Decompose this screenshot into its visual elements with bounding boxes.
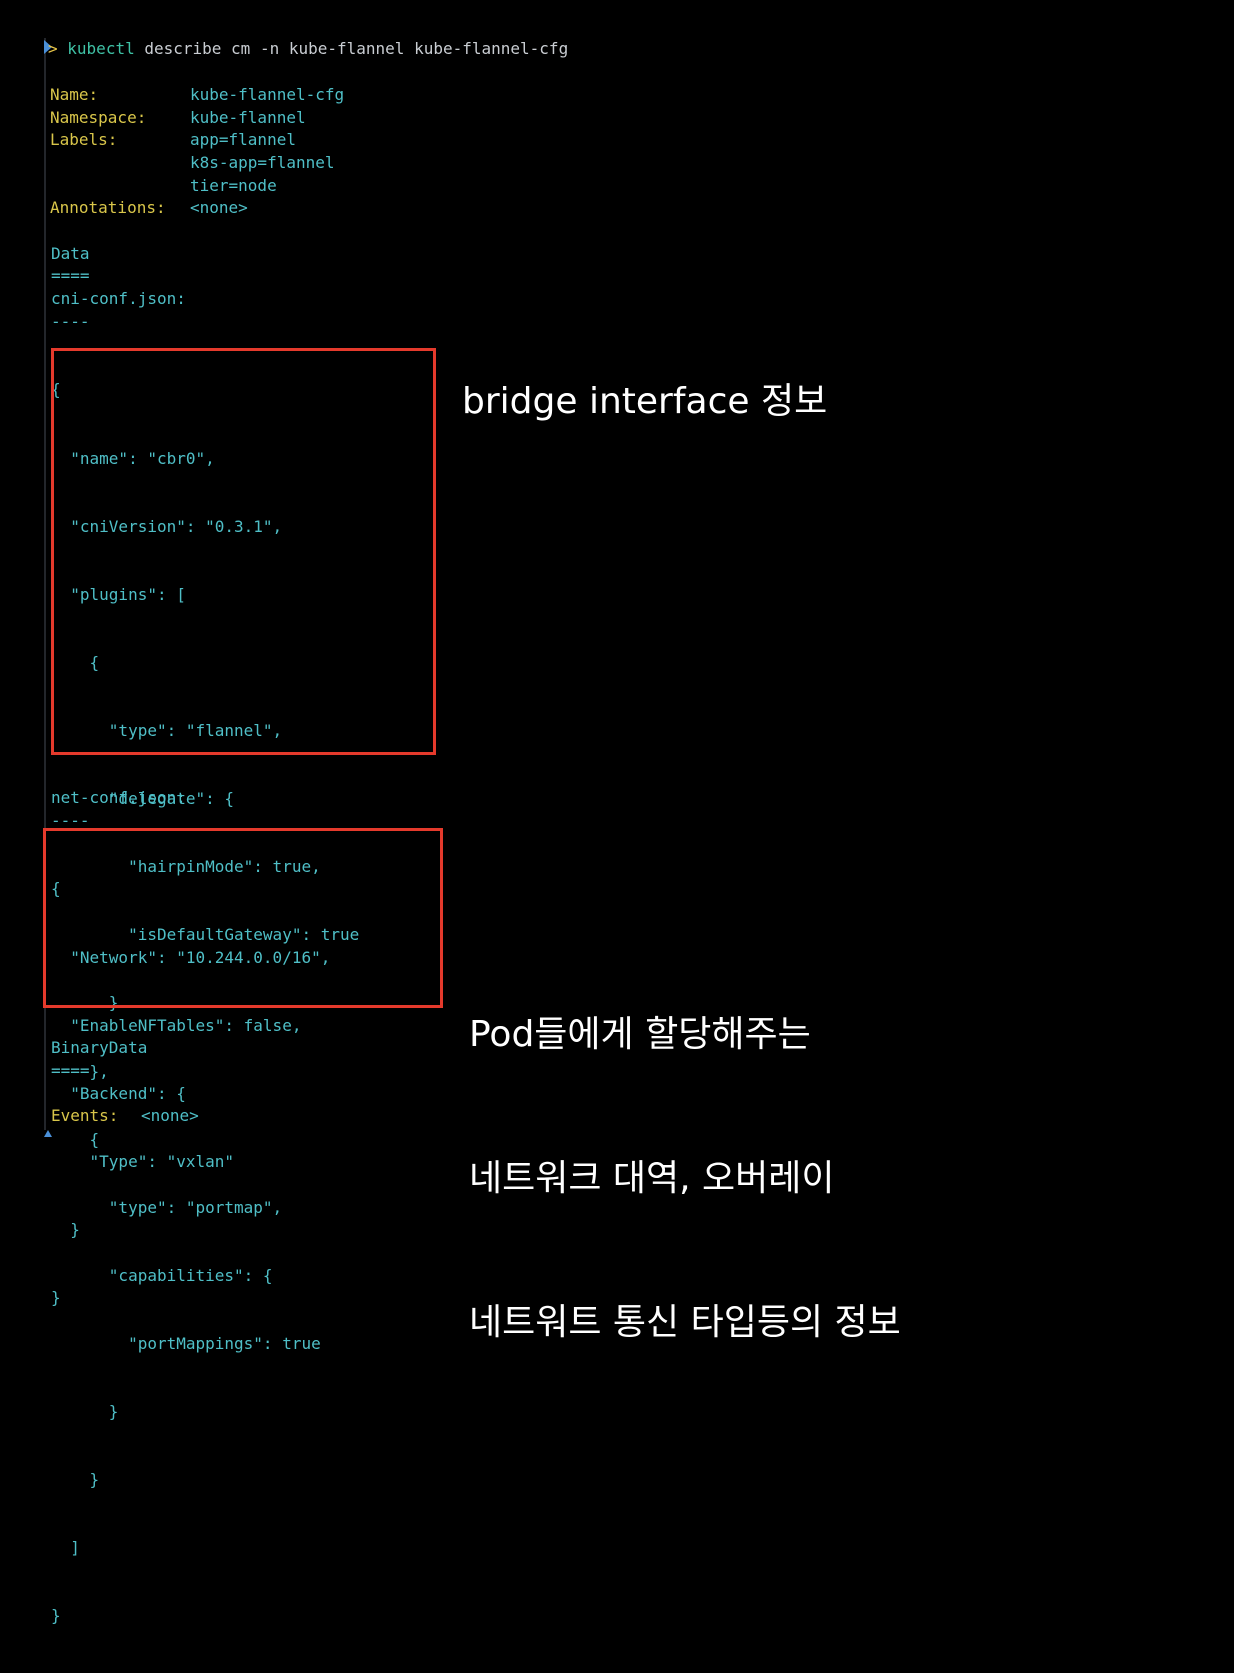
- net-conf-highlight-box: [43, 828, 443, 1008]
- label-value: k8s-app=flannel: [190, 153, 335, 172]
- namespace-key: Namespace:: [50, 108, 147, 127]
- terminal-window: > kubectl describe cm -n kube-flannel ku…: [0, 0, 1234, 1625]
- events-key: Events:: [51, 1106, 119, 1125]
- annotations-value: <none>: [190, 198, 248, 217]
- note-line: 네트워크 대역, 오버레이: [469, 1158, 835, 1199]
- data-heading: Data: [51, 244, 90, 263]
- note-line: Pod들에게 할당해주는: [469, 1014, 811, 1055]
- code-line: "Type": "vxlan": [51, 1151, 235, 1171]
- cni-conf-highlight-box: [51, 348, 436, 755]
- code-line: }: [51, 1219, 80, 1239]
- net-conf-key: net-conf.json:: [51, 788, 186, 807]
- code-line: "EnableNFTables": false,: [51, 1015, 302, 1035]
- code-line: }: [51, 1402, 119, 1422]
- code-line: }: [51, 1470, 100, 1490]
- bridge-interface-note: bridge interface 정보: [462, 381, 828, 422]
- pod-network-note: Pod들에게 할당해주는 네트워크 대역, 오버레이 네트워트 통신 타입등의 …: [469, 915, 901, 1443]
- labels-key: Labels:: [50, 130, 118, 149]
- label-value: app=flannel: [190, 130, 296, 149]
- code-line: "Backend": {: [51, 1083, 186, 1103]
- code-line: ]: [51, 1538, 80, 1558]
- annotations-key: Annotations:: [50, 198, 166, 217]
- data-underline: ====: [51, 266, 90, 285]
- code-line: }: [51, 1288, 61, 1308]
- prompt-symbol: >: [48, 39, 58, 58]
- command-args: describe cm -n kube-flannel kube-flannel…: [134, 39, 569, 58]
- cni-conf-underline: ----: [51, 312, 90, 331]
- namespace-value: kube-flannel: [190, 108, 306, 127]
- binarydata-underline: ====: [51, 1061, 90, 1080]
- name-key: Name:: [50, 85, 99, 104]
- note-line: 네트워트 통신 타입등의 정보: [469, 1302, 901, 1343]
- cni-conf-key: cni-conf.json:: [51, 289, 186, 308]
- binarydata-heading: BinaryData: [51, 1038, 148, 1057]
- name-value: kube-flannel-cfg: [190, 85, 345, 104]
- label-value: tier=node: [190, 176, 277, 195]
- command-line: > kubectl describe cm -n kube-flannel ku…: [48, 38, 568, 61]
- command-name: kubectl: [67, 39, 135, 58]
- events-value: <none>: [141, 1106, 199, 1125]
- code-line: }: [51, 1606, 61, 1626]
